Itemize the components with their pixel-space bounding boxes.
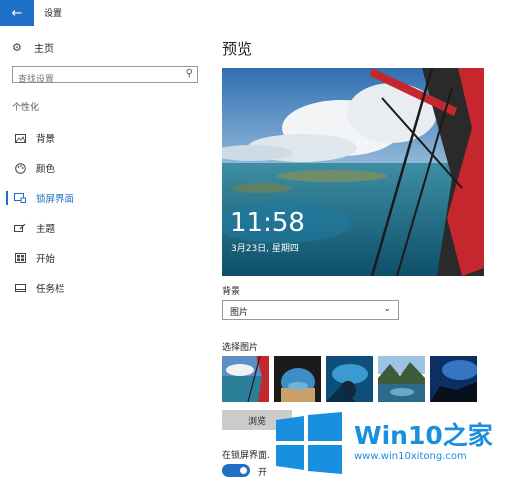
- windows-logo-icon: [276, 412, 342, 474]
- background-select[interactable]: 图片 ⌄: [222, 300, 399, 320]
- preview-heading: 预览: [222, 40, 253, 58]
- toggle-knob: [240, 467, 247, 474]
- home-link[interactable]: ⚙ 主页: [12, 40, 54, 55]
- nav-item-label: 颜色: [36, 164, 56, 175]
- watermark-title-en: Win10: [354, 421, 443, 450]
- toggle-label: 开: [258, 468, 268, 478]
- nav-item-label: 背景: [36, 134, 56, 145]
- app-title: 设置: [44, 9, 63, 19]
- thumbnail-2[interactable]: [274, 356, 321, 402]
- preview-clock: 11:58: [230, 208, 305, 238]
- nav-item-themes[interactable]: 主题: [0, 216, 205, 240]
- back-button[interactable]: ←: [0, 0, 34, 26]
- watermark-title: Win10之家: [354, 416, 493, 452]
- lock-screen-icon: [14, 192, 26, 204]
- lock-screen-option-label: 在锁屏界面.: [222, 451, 270, 461]
- home-label: 主页: [34, 44, 54, 55]
- nav-item-start[interactable]: 开始: [0, 246, 205, 270]
- nav-item-label: 主题: [36, 224, 56, 235]
- thumbnail-5[interactable]: [430, 356, 477, 402]
- background-select-value: 图片: [230, 308, 249, 318]
- nav-item-label: 任务栏: [36, 284, 65, 295]
- nav-item-lock-screen[interactable]: 锁屏界面: [0, 186, 205, 210]
- palette-icon: [14, 162, 26, 174]
- nav-item-label: 锁屏界面: [36, 194, 75, 205]
- taskbar-icon: [14, 282, 26, 294]
- section-heading: 个性化: [12, 103, 40, 113]
- watermark-url: www.win10xitong.com: [354, 451, 467, 462]
- thumbnail-4[interactable]: [378, 356, 425, 402]
- choose-picture-label: 选择图片: [222, 343, 259, 353]
- active-indicator: [6, 191, 8, 205]
- nav-item-background[interactable]: 背景: [0, 126, 205, 150]
- lock-screen-preview: 11:58 3月23日, 星期四: [222, 68, 484, 276]
- nav-item-label: 开始: [36, 254, 56, 265]
- start-icon: [14, 252, 26, 264]
- search-box[interactable]: ⚲: [12, 66, 198, 88]
- back-arrow-icon: ←: [11, 5, 23, 21]
- thumbnail-1[interactable]: [222, 356, 269, 402]
- nav-item-colors[interactable]: 颜色: [0, 156, 205, 180]
- theme-brush-icon: [14, 222, 26, 234]
- preview-date: 3月23日, 星期四: [231, 244, 299, 254]
- search-input[interactable]: [13, 72, 173, 88]
- nav-item-taskbar[interactable]: 任务栏: [0, 276, 205, 300]
- chevron-down-icon: ⌄: [383, 304, 391, 314]
- thumbnail-3[interactable]: [326, 356, 373, 402]
- watermark-title-zh: 之家: [442, 421, 493, 450]
- background-label: 背景: [222, 287, 241, 297]
- title-bar: ← 设置: [0, 0, 507, 26]
- lock-screen-toggle[interactable]: [222, 464, 250, 477]
- search-icon: ⚲: [185, 68, 193, 79]
- watermark: Win10之家 www.win10xitong.com: [274, 410, 504, 476]
- gear-icon: ⚙: [12, 41, 22, 54]
- picture-icon: [14, 132, 26, 144]
